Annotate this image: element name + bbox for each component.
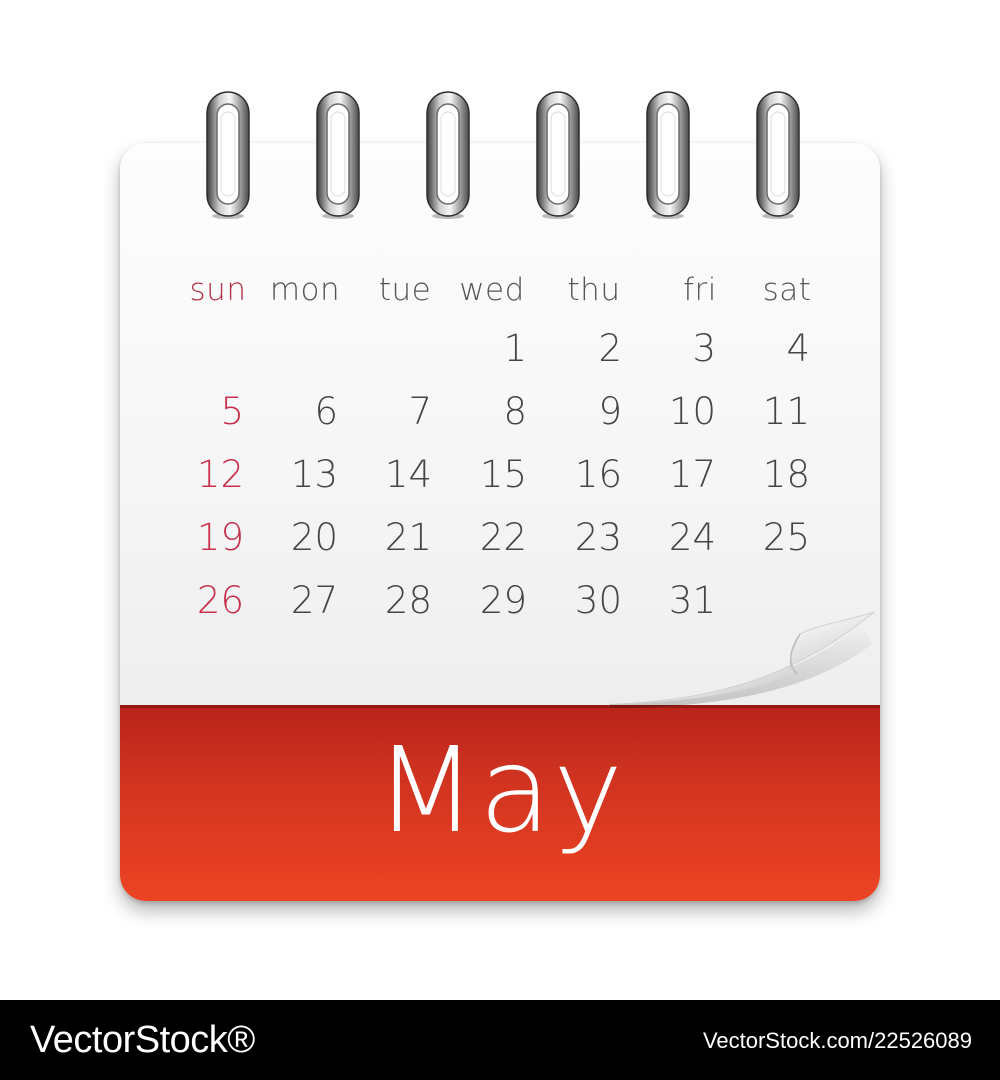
spiral-ring-icon (756, 91, 800, 219)
date-cell-22: 22 (479, 516, 527, 559)
date-cell-27: 27 (290, 579, 338, 622)
watermark-id: VectorStock.com/22526089 (702, 1028, 972, 1053)
date-cell-24: 24 (668, 516, 716, 559)
date-cell-8: 8 (503, 390, 527, 433)
page-curl-icon (610, 611, 875, 708)
date-cell-4: 4 (786, 327, 810, 370)
date-cell-23: 23 (574, 516, 622, 559)
date-cell-18: 18 (762, 453, 810, 496)
month-banner: May (120, 705, 880, 901)
spiral-ring-icon (316, 91, 360, 219)
weekday-mon: mon (269, 272, 341, 308)
date-cell-21: 21 (384, 516, 432, 559)
date-cell-14: 14 (384, 453, 432, 496)
spiral-ring-icon (206, 91, 250, 219)
date-cell-29: 29 (479, 579, 527, 622)
date-cell-16: 16 (574, 453, 622, 496)
date-cell-17: 17 (668, 453, 716, 496)
spiral-ring-icon (536, 91, 580, 219)
date-cell-1: 1 (503, 327, 527, 370)
watermark-logo: VectorStock® (30, 1019, 255, 1061)
weekday-sat: sat (762, 272, 812, 308)
date-cell-26: 26 (196, 579, 244, 622)
spiral-ring-icon (646, 91, 690, 219)
date-cell-13: 13 (290, 453, 338, 496)
weekday-wed: wed (459, 272, 525, 308)
date-cell-7: 7 (408, 390, 432, 433)
date-cell-25: 25 (762, 516, 810, 559)
date-cell-10: 10 (668, 390, 716, 433)
watermark-bar: VectorStock® VectorStock.com/22526089 (0, 1000, 1000, 1080)
weekday-header: sun mon tue wed thu fri sat (0, 268, 1000, 316)
spiral-ring-icon (426, 91, 470, 219)
month-name: May (375, 721, 625, 859)
date-cell-12: 12 (196, 453, 244, 496)
date-cell-20: 20 (290, 516, 338, 559)
date-cell-5: 5 (220, 390, 244, 433)
date-cell-15: 15 (479, 453, 527, 496)
date-cell-28: 28 (384, 579, 432, 622)
date-cell-19: 19 (196, 516, 244, 559)
date-cell-3: 3 (692, 327, 716, 370)
date-cell-6: 6 (314, 390, 338, 433)
date-cell-9: 9 (598, 390, 622, 433)
date-cell-2: 2 (598, 327, 622, 370)
weekday-thu: thu (567, 272, 621, 308)
date-cell-11: 11 (762, 390, 810, 433)
